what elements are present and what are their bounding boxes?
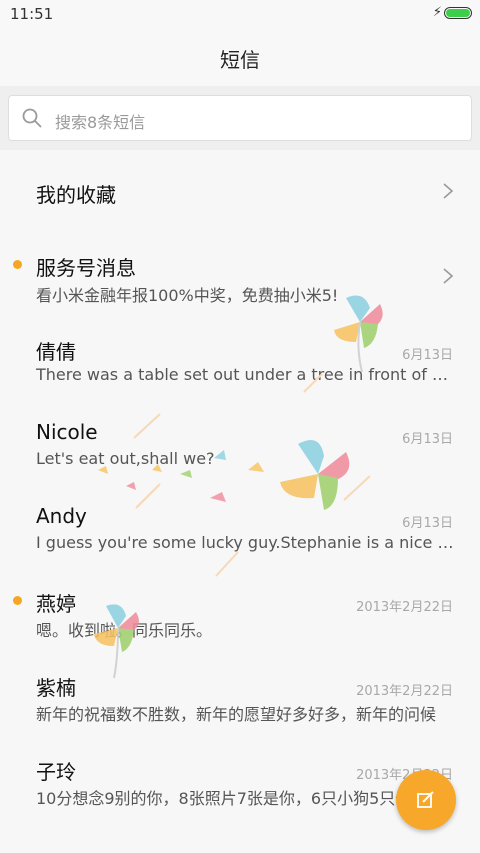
conversation-preview: 嗯。收到啦。同乐同乐。 xyxy=(36,621,213,640)
conversation-item[interactable]: Nicole 6月13日 Let's eat out,shall we? xyxy=(0,402,480,486)
conversation-date: 6月13日 xyxy=(402,432,453,447)
status-time: 11:51 xyxy=(10,5,54,23)
conversation-date: 6月13日 xyxy=(402,516,453,531)
conversation-date: 2013年2月22日 xyxy=(356,600,453,615)
chevron-right-icon xyxy=(443,268,454,284)
conversation-preview: 10分想念9别的你，8张照片7张是你，6只小狗5只像你 xyxy=(36,789,428,808)
conversation-name: Nicole xyxy=(36,420,98,444)
favorites-row[interactable]: 我的收藏 xyxy=(0,150,480,234)
status-bar: 11:51 ⚡ xyxy=(0,0,480,28)
conversation-preview: There was a table set out under a tree i… xyxy=(36,365,454,384)
search-icon xyxy=(22,108,42,128)
conversation-item[interactable]: 燕婷 2013年2月22日 嗯。收到啦。同乐同乐。 xyxy=(0,570,480,654)
compose-button[interactable] xyxy=(396,770,456,830)
unread-dot xyxy=(13,260,22,269)
search-bar: 搜索8条短信 xyxy=(0,86,480,150)
charging-icon: ⚡ xyxy=(432,5,442,20)
conversation-name: 紫楠 xyxy=(36,676,76,700)
conversation-preview: 新年的祝福数不胜数，新年的愿望好多好多，新年的问候 xyxy=(36,705,437,724)
conversation-preview: 看小米金融年报100%中奖，免费抽小米5! xyxy=(36,286,339,305)
search-placeholder: 搜索8条短信 xyxy=(55,113,146,132)
chevron-right-icon xyxy=(443,183,454,199)
favorites-label: 我的收藏 xyxy=(36,183,116,207)
conversation-item[interactable]: 倩倩 6月13日 There was a table set out under… xyxy=(0,318,480,402)
conversation-name: 燕婷 xyxy=(36,592,76,616)
conversation-list: 我的收藏 服务号消息 看小米金融年报100%中奖，免费抽小米5! 倩倩 6月13… xyxy=(0,150,480,853)
conversation-item[interactable]: 紫楠 2013年2月22日 新年的祝福数不胜数，新年的愿望好多好多，新年的问候 xyxy=(0,654,480,738)
page-title: 短信 xyxy=(220,48,260,72)
compose-icon xyxy=(417,791,434,808)
conversation-preview: Let's eat out,shall we? xyxy=(36,449,215,468)
conversation-name: Andy xyxy=(36,504,87,528)
search-input[interactable]: 搜索8条短信 xyxy=(8,95,472,141)
conversation-name: 子玲 xyxy=(36,760,76,784)
battery-icon xyxy=(444,7,472,19)
conversation-preview: I guess you're some lucky guy.Stephanie … xyxy=(36,533,454,552)
conversation-item[interactable]: 服务号消息 看小米金融年报100%中奖，免费抽小米5! xyxy=(0,234,480,318)
unread-dot xyxy=(13,596,22,605)
conversation-date: 2013年2月22日 xyxy=(356,684,453,699)
conversation-name: 服务号消息 xyxy=(36,256,136,280)
conversation-date: 6月13日 xyxy=(402,348,453,363)
conversation-name: 倩倩 xyxy=(36,340,76,364)
conversation-item[interactable]: Andy 6月13日 I guess you're some lucky guy… xyxy=(0,486,480,570)
